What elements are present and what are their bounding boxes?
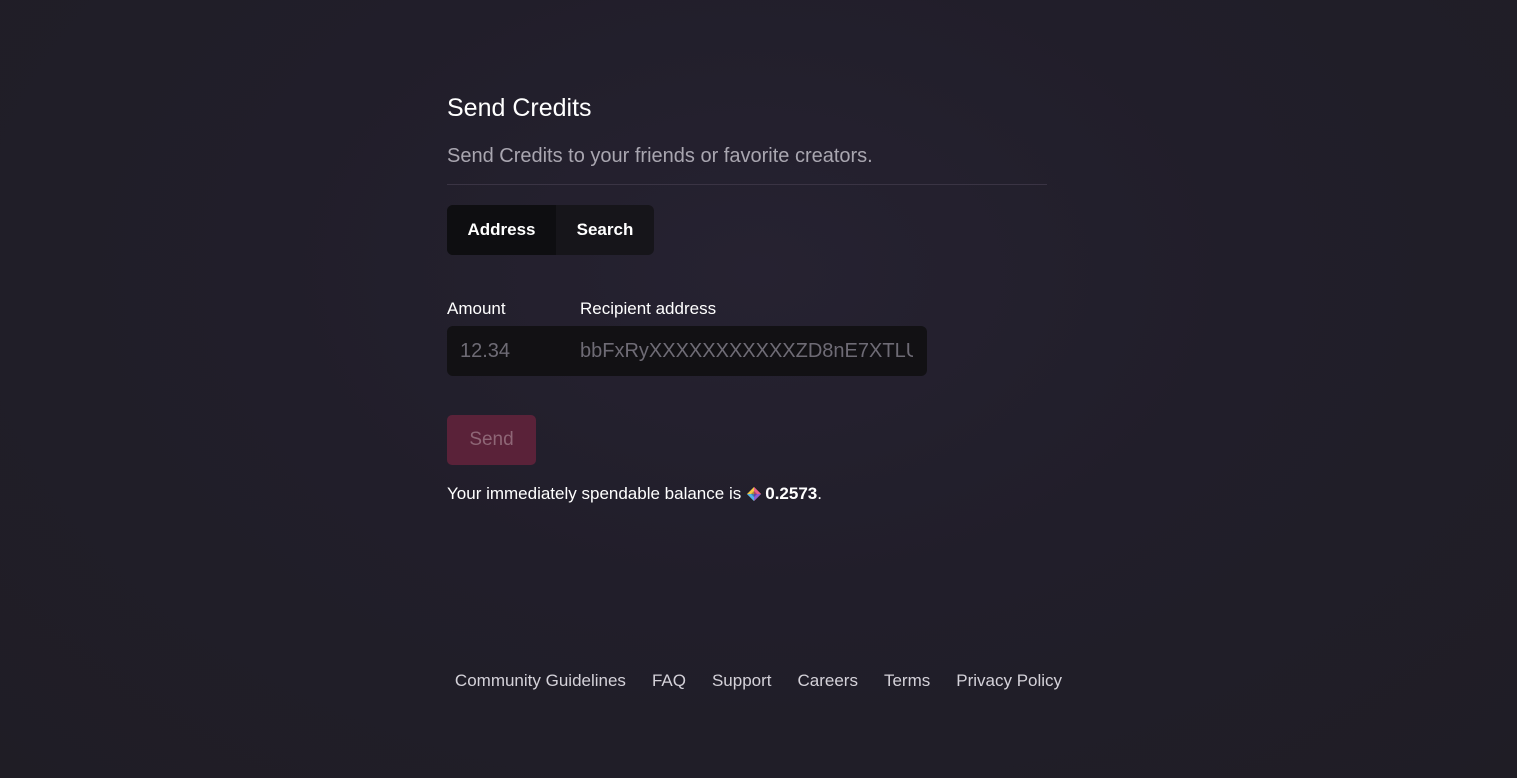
amount-input[interactable] — [447, 326, 580, 376]
recipient-address-label: Recipient address — [580, 299, 717, 318]
balance-value: 0.2573 — [765, 484, 818, 503]
send-button[interactable]: Send — [447, 415, 536, 465]
page-title: Send Credits — [447, 94, 592, 122]
balance-line: Your immediately spendable balance is 0.… — [447, 483, 1047, 505]
divider — [447, 184, 1047, 185]
send-credits-card: Send Credits Send Credits to your friend… — [447, 90, 1047, 505]
tab-bar: Address Search — [447, 205, 654, 255]
footer-link-privacy-policy[interactable]: Privacy Policy — [956, 670, 1062, 692]
tab-address[interactable]: Address — [447, 205, 556, 255]
recipient-address-input[interactable] — [580, 326, 913, 376]
footer: Community Guidelines FAQ Support Careers… — [0, 670, 1517, 692]
tab-search[interactable]: Search — [556, 205, 654, 255]
balance-prefix: Your immediately spendable balance is — [447, 484, 742, 503]
balance-suffix: . — [817, 484, 822, 503]
input-group — [447, 326, 927, 376]
footer-link-terms[interactable]: Terms — [884, 670, 930, 692]
send-form: Amount Recipient address — [447, 299, 1047, 376]
footer-link-careers[interactable]: Careers — [798, 670, 858, 692]
footer-link-faq[interactable]: FAQ — [652, 670, 686, 692]
field-labels: Amount Recipient address — [447, 299, 1047, 321]
footer-link-support[interactable]: Support — [712, 670, 772, 692]
credits-icon — [747, 486, 762, 501]
amount-label: Amount — [447, 299, 506, 318]
footer-link-community-guidelines[interactable]: Community Guidelines — [455, 670, 626, 692]
page-subtitle: Send Credits to your friends or favorite… — [447, 145, 873, 167]
